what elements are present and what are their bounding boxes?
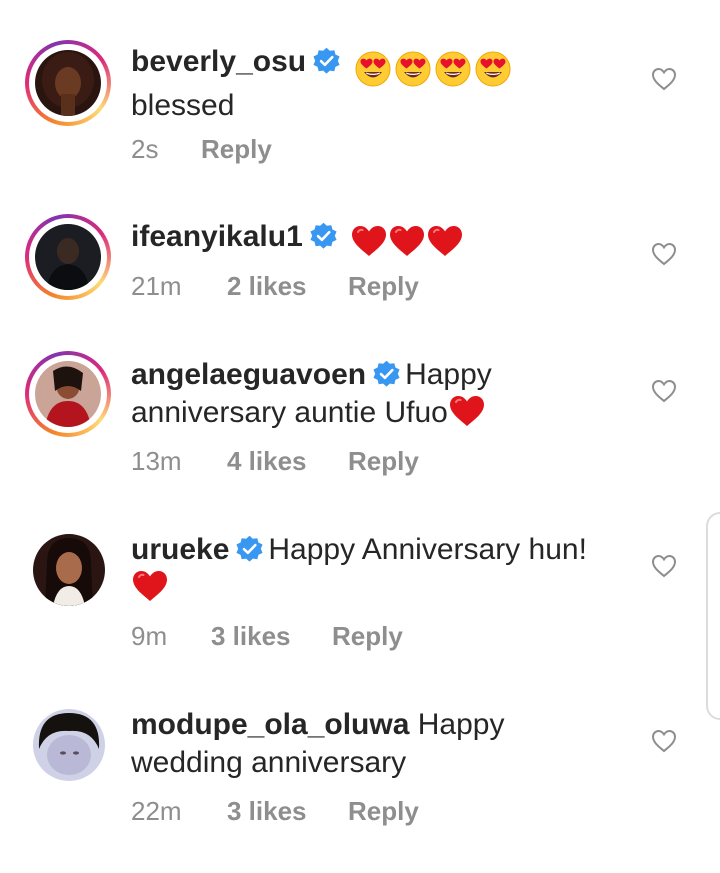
timestamp: 9m (131, 621, 168, 651)
like-heart-icon[interactable] (651, 554, 677, 578)
emoji-group (350, 224, 464, 262)
comment-meta: 9m 3 likes Reply (131, 621, 403, 651)
comment-meta: 21m 2 likes Reply (131, 271, 419, 301)
timestamp: 21m (131, 271, 182, 301)
username[interactable]: angelaeguavoen (131, 358, 366, 391)
red-heart-emoji (448, 394, 486, 428)
reply-button[interactable]: Reply (348, 796, 419, 826)
story-ring[interactable] (25, 351, 111, 437)
reply-button[interactable]: Reply (332, 621, 403, 651)
timestamp: 22m (131, 796, 182, 826)
avatar[interactable] (33, 709, 105, 781)
verified-badge-icon (309, 222, 338, 251)
verified-badge-icon (235, 535, 264, 564)
comment-meta: 22m 3 likes Reply (131, 796, 419, 826)
comment-text: anniversary auntie Ufuo (131, 396, 448, 429)
likes-count[interactable]: 3 likes (227, 796, 348, 826)
avatar[interactable] (33, 534, 105, 606)
scroll-handle[interactable] (706, 512, 720, 720)
comment-text: Happy Anniversary hun! (268, 533, 587, 566)
avatar[interactable] (35, 361, 101, 427)
red-heart-emoji (131, 569, 169, 603)
red-heart-emoji (388, 224, 426, 258)
comment-text: wedding anniversary (131, 746, 407, 779)
comment-body: modupe_ola_oluwa Happy wedding anniversa… (131, 706, 641, 782)
comment-text: Happy (405, 358, 492, 391)
like-heart-icon[interactable] (651, 729, 677, 753)
username[interactable]: modupe_ola_oluwa (131, 708, 409, 741)
comment-body: urueke Happy Anniversary hun! (131, 531, 641, 607)
timestamp: 13m (131, 446, 182, 476)
red-heart-emoji (350, 224, 388, 258)
comment-text: Happy (417, 708, 505, 741)
likes-count[interactable]: 4 likes (227, 446, 348, 476)
comment-item: modupe_ola_oluwa Happy wedding anniversa… (0, 0, 720, 826)
comment-body: ifeanyikalu1 (131, 218, 641, 262)
reply-button[interactable]: Reply (348, 446, 419, 476)
username[interactable]: urueke (131, 533, 229, 566)
like-heart-icon[interactable] (651, 379, 677, 403)
likes-count[interactable]: 3 likes (211, 621, 332, 651)
likes-count[interactable]: 2 likes (227, 271, 348, 301)
avatar[interactable] (35, 224, 101, 290)
like-heart-icon[interactable] (651, 242, 677, 266)
red-heart-emoji (426, 224, 464, 258)
reply-button[interactable]: Reply (348, 271, 419, 301)
comment-body: angelaeguavoen Happy anniversary auntie U… (131, 356, 641, 432)
username[interactable]: ifeanyikalu1 (131, 220, 303, 253)
verified-badge-icon (372, 360, 401, 389)
story-ring[interactable] (25, 214, 111, 300)
comment-meta: 13m 4 likes Reply (131, 446, 419, 476)
